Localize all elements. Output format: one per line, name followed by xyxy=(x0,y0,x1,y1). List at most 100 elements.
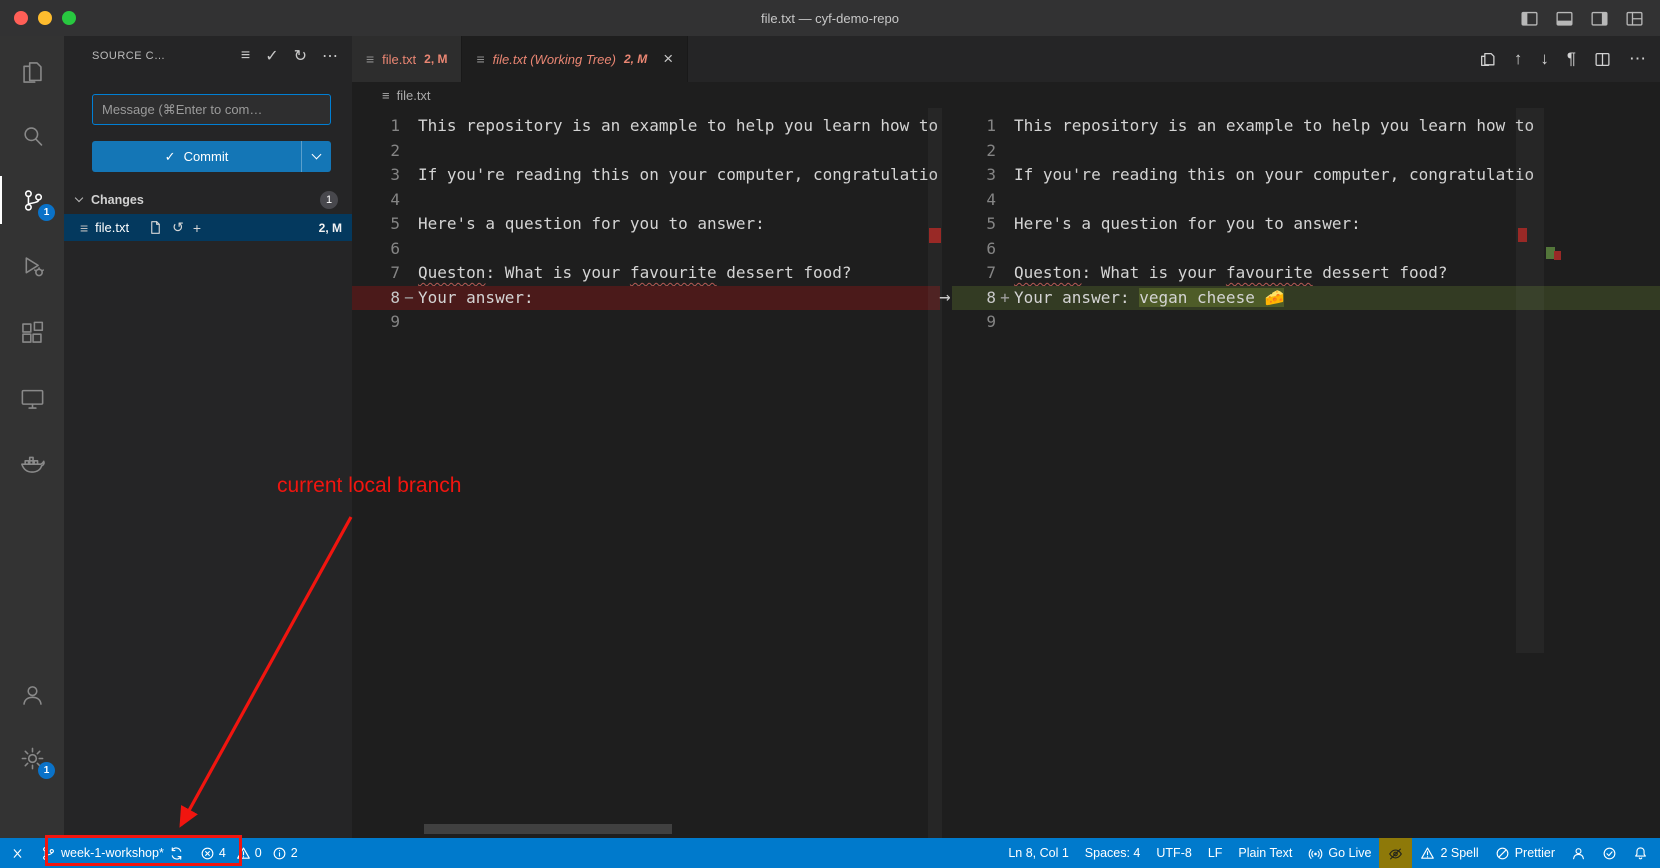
code-text: This repository is an example to help yo… xyxy=(418,114,940,139)
minimize-window-button[interactable] xyxy=(38,11,52,25)
docker-icon[interactable] xyxy=(0,438,64,486)
line-number: 8 xyxy=(352,286,400,311)
next-change-icon[interactable]: ↓ xyxy=(1540,49,1549,69)
code-line[interactable]: 7 Queston: What is your favourite desser… xyxy=(952,261,1660,286)
extensions-icon[interactable] xyxy=(0,308,64,356)
commit-message-input[interactable] xyxy=(92,94,331,125)
horizontal-scrollbar[interactable] xyxy=(424,824,672,834)
commit-action-icon[interactable]: ✓ xyxy=(265,46,278,66)
code-line[interactable]: 9 xyxy=(352,310,940,335)
toggle-whitespace-icon[interactable]: ¶ xyxy=(1567,49,1576,69)
info-count: 2 xyxy=(291,846,298,860)
search-icon[interactable] xyxy=(0,112,64,160)
code-line[interactable]: 6 xyxy=(352,237,940,262)
line-number: 5 xyxy=(352,212,400,237)
accounts-icon[interactable] xyxy=(0,670,64,718)
spell-checker-indicator[interactable]: 2 Spell xyxy=(1412,838,1486,868)
notifications-button[interactable] xyxy=(1625,838,1660,868)
more-actions-icon[interactable]: ⋯ xyxy=(1629,49,1646,69)
commit-button-main[interactable]: ✓ Commit xyxy=(92,141,301,172)
branch-indicator[interactable]: week-1-workshop* xyxy=(33,838,192,868)
prettier-indicator[interactable]: Prettier xyxy=(1487,838,1563,868)
code-text: Your answer: xyxy=(418,286,940,311)
zoom-window-button[interactable] xyxy=(62,11,76,25)
indentation-indicator[interactable]: Spaces: 4 xyxy=(1077,838,1149,868)
code-line[interactable]: 9 xyxy=(952,310,1660,335)
code-line[interactable]: 4 xyxy=(952,188,1660,213)
remote-explorer-icon[interactable] xyxy=(0,374,64,422)
scm-badge: 1 xyxy=(38,204,55,221)
line-number: 6 xyxy=(952,237,996,262)
cursor-position[interactable]: Ln 8, Col 1 xyxy=(1000,838,1076,868)
line-number: 7 xyxy=(952,261,996,286)
code-line[interactable]: 7 Queston: What is your favourite desser… xyxy=(352,261,940,286)
code-line[interactable]: 5 Here's a question for you to answer: xyxy=(352,212,940,237)
code-text: If you're reading this on your computer,… xyxy=(1014,163,1660,188)
code-line[interactable]: 2 xyxy=(952,139,1660,164)
encoding-indicator[interactable]: UTF-8 xyxy=(1148,838,1199,868)
stage-changes-icon[interactable]: + xyxy=(193,220,201,236)
customize-layout-icon[interactable] xyxy=(1625,9,1644,28)
diff-modified-pane[interactable]: 1 This repository is an example to help … xyxy=(952,108,1660,838)
go-live-button[interactable]: Go Live xyxy=(1300,838,1379,868)
highlight-toggle[interactable] xyxy=(1379,838,1412,868)
open-file-icon[interactable] xyxy=(148,220,163,235)
code-line[interactable]: 4 xyxy=(352,188,940,213)
code-line[interactable]: 5 Here's a question for you to answer: xyxy=(952,212,1660,237)
line-number: 2 xyxy=(352,139,400,164)
changes-section-header[interactable]: Changes 1 xyxy=(64,187,352,212)
problems-indicator[interactable]: 4 0 2 xyxy=(192,838,312,868)
code-text: This repository is an example to help yo… xyxy=(1014,114,1660,139)
code-line[interactable]: 3 If you're reading this on your compute… xyxy=(352,163,940,188)
diff-original-pane[interactable]: 1 This repository is an example to help … xyxy=(352,108,940,838)
code-text: If you're reading this on your computer,… xyxy=(418,163,940,188)
window-controls xyxy=(14,11,76,25)
source-control-icon[interactable]: 1 xyxy=(0,176,64,224)
code-line[interactable]: 8+Your answer: vegan cheese 🧀 xyxy=(952,286,1660,311)
feedback-button[interactable] xyxy=(1563,838,1594,868)
commit-button-label: Commit xyxy=(184,149,229,164)
changed-file-row[interactable]: ≡ file.txt ↺ + 2, M xyxy=(64,214,352,241)
diff-revert-arrow-icon[interactable]: → xyxy=(932,285,958,309)
refresh-icon[interactable]: ↻ xyxy=(294,46,307,66)
diff-editor: 1 This repository is an example to help … xyxy=(352,108,1660,838)
toggle-secondary-sidebar-icon[interactable] xyxy=(1590,9,1609,28)
code-line[interactable]: 8−Your answer: xyxy=(352,286,940,311)
line-number: 8 xyxy=(952,286,996,311)
previous-change-icon[interactable]: ↑ xyxy=(1514,49,1523,69)
tab-bar: ≡ file.txt 2, M ≡ file.txt (Working Tree… xyxy=(352,36,1660,82)
open-changes-icon[interactable] xyxy=(1479,51,1496,68)
chevron-down-icon[interactable] xyxy=(75,194,83,202)
view-as-list-icon[interactable]: ≡ xyxy=(241,47,250,65)
code-line[interactable]: 3 If you're reading this on your compute… xyxy=(952,163,1660,188)
settings-gear-icon[interactable]: 1 xyxy=(0,734,64,782)
code-line[interactable]: 1 This repository is an example to help … xyxy=(952,114,1660,139)
code-line[interactable]: 2 xyxy=(352,139,940,164)
minimap[interactable] xyxy=(1516,108,1544,653)
file-row-actions: ↺ + xyxy=(148,219,312,236)
breadcrumb-file[interactable]: file.txt xyxy=(397,88,431,103)
language-mode[interactable]: Plain Text xyxy=(1230,838,1300,868)
discard-changes-icon[interactable]: ↺ xyxy=(172,219,184,236)
close-tab-icon[interactable]: × xyxy=(663,49,673,69)
remote-indicator[interactable] xyxy=(0,838,33,868)
toggle-panel-icon[interactable] xyxy=(1555,9,1574,28)
tab-file-txt[interactable]: ≡ file.txt 2, M xyxy=(352,36,462,82)
tab-file-txt-working-tree[interactable]: ≡ file.txt (Working Tree) 2, M × xyxy=(462,36,688,82)
status-check-button[interactable] xyxy=(1594,838,1625,868)
breadcrumb[interactable]: ≡ file.txt xyxy=(352,82,1660,108)
explorer-icon[interactable] xyxy=(0,48,64,96)
eol-indicator[interactable]: LF xyxy=(1200,838,1231,868)
left-scrollbar[interactable] xyxy=(928,108,942,838)
code-line[interactable]: 1 This repository is an example to help … xyxy=(352,114,940,139)
line-number: 1 xyxy=(952,114,996,139)
more-actions-icon[interactable]: ⋯ xyxy=(322,46,338,66)
run-debug-icon[interactable] xyxy=(0,242,64,290)
commit-button[interactable]: ✓ Commit xyxy=(92,141,331,172)
split-editor-icon[interactable] xyxy=(1594,51,1611,68)
commit-dropdown-button[interactable] xyxy=(301,141,331,172)
toggle-primary-sidebar-icon[interactable] xyxy=(1520,9,1539,28)
file-decoration: 2, M xyxy=(319,221,342,235)
diff-sign xyxy=(400,188,418,213)
close-window-button[interactable] xyxy=(14,11,28,25)
